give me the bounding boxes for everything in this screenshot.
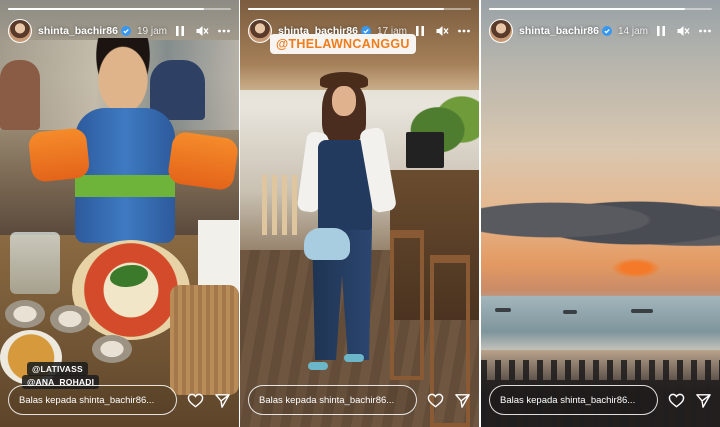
- story-progress-fill: [8, 8, 205, 10]
- more-options-button[interactable]: [698, 24, 712, 38]
- mute-icon: [677, 26, 690, 36]
- story-footer: Balas kepada shinta_bachir86...: [8, 385, 231, 415]
- user-tag-lativass[interactable]: @LATIVASS: [27, 362, 88, 376]
- story-progress-bar: [489, 8, 712, 10]
- story-footer: Balas kepada shinta_bachir86...: [248, 385, 471, 415]
- like-button[interactable]: [187, 392, 204, 409]
- avatar[interactable]: [248, 19, 272, 43]
- more-icon: [218, 29, 230, 33]
- mute-button[interactable]: [676, 24, 690, 38]
- pause-icon: [657, 26, 665, 36]
- avatar[interactable]: [489, 19, 513, 43]
- story-card-2[interactable]: @THELAWNCANGGU shinta_bachir86 17 jam Ba…: [240, 0, 479, 427]
- reply-input[interactable]: Balas kepada shinta_bachir86...: [248, 385, 417, 415]
- mute-icon: [196, 26, 209, 36]
- share-button[interactable]: [695, 392, 712, 409]
- like-button[interactable]: [668, 392, 685, 409]
- share-button[interactable]: [214, 392, 231, 409]
- pause-button[interactable]: [173, 24, 187, 38]
- story-progress-fill: [489, 8, 686, 10]
- username[interactable]: shinta_bachir86: [38, 25, 118, 37]
- more-icon: [699, 29, 711, 33]
- heart-icon: [427, 393, 444, 408]
- username[interactable]: shinta_bachir86: [519, 25, 599, 37]
- share-button[interactable]: [454, 392, 471, 409]
- avatar[interactable]: [8, 19, 32, 43]
- stories-viewer: @LATIVASS @ANA_ROHADI shinta_bachir86 19…: [0, 0, 720, 427]
- pause-button[interactable]: [654, 24, 668, 38]
- like-button[interactable]: [427, 392, 444, 409]
- verified-badge-icon: [601, 26, 612, 36]
- reply-input[interactable]: Balas kepada shinta_bachir86...: [8, 385, 177, 415]
- mute-button[interactable]: [435, 24, 449, 38]
- send-icon: [215, 393, 230, 408]
- location-mention-sticker[interactable]: @THELAWNCANGGU: [270, 34, 416, 54]
- story-progress-bar: [8, 8, 231, 10]
- story-card-3[interactable]: shinta_bachir86 14 jam Balas kepada shin…: [481, 0, 720, 427]
- story-header: shinta_bachir86 14 jam: [489, 18, 712, 44]
- heart-icon: [187, 393, 204, 408]
- story-footer: Balas kepada shinta_bachir86...: [489, 385, 712, 415]
- post-time: 19 jam: [136, 25, 167, 37]
- send-icon: [696, 393, 711, 408]
- story-progress-fill: [248, 8, 445, 10]
- mute-button[interactable]: [195, 24, 209, 38]
- story-card-1[interactable]: @LATIVASS @ANA_ROHADI shinta_bachir86 19…: [0, 0, 239, 427]
- pause-icon: [176, 26, 184, 36]
- more-options-button[interactable]: [457, 24, 471, 38]
- story-header: shinta_bachir86 19 jam: [8, 18, 231, 44]
- more-icon: [458, 29, 470, 33]
- more-options-button[interactable]: [217, 24, 231, 38]
- send-icon: [455, 393, 470, 408]
- reply-input[interactable]: Balas kepada shinta_bachir86...: [489, 385, 658, 415]
- post-time: 14 jam: [617, 25, 648, 37]
- mute-icon: [436, 26, 449, 36]
- heart-icon: [668, 393, 685, 408]
- story-progress-bar: [248, 8, 471, 10]
- verified-badge-icon: [120, 26, 131, 36]
